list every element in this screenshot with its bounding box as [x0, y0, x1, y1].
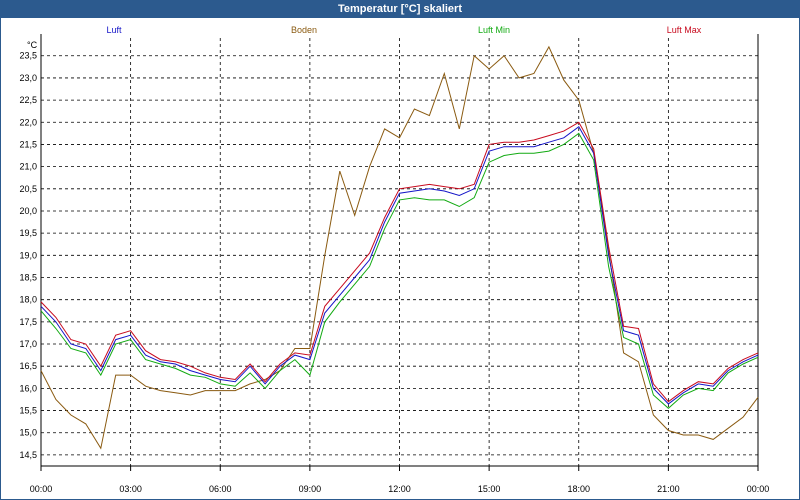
x-tick-time: 15:00: [478, 484, 501, 494]
y-axis-unit: °C: [27, 40, 38, 50]
x-tick-time: 00:00: [747, 484, 770, 494]
y-tick-label: 14,5: [19, 450, 37, 460]
x-tick-time: 18:00: [567, 484, 590, 494]
y-tick-label: 20,0: [19, 206, 37, 216]
chart-title: Temperatur [°C] skaliert: [0, 0, 800, 18]
y-tick-labels: 14,5 15,0 15,5 16,0 16,5 17,0 17,5 18,0 18,5 19,0…: [19, 51, 37, 460]
series-line-luft-min: [40, 132, 759, 409]
y-tick-label: 19,0: [19, 250, 37, 260]
y-tick-label: 17,5: [19, 317, 37, 327]
y-tick-label: 22,0: [19, 117, 37, 127]
y-tick-label: 22,5: [19, 95, 37, 105]
y-tick-label: 15,0: [19, 428, 37, 438]
x-tick-time: 21:00: [657, 484, 680, 494]
legend-entry: Boden: [291, 25, 317, 35]
y-tick-label: 23,5: [19, 51, 37, 61]
x-tick-time: 00:00: [30, 484, 53, 494]
y-tick-label: 19,5: [19, 228, 37, 238]
legend: Luft Boden Luft Min Luft Max: [106, 25, 701, 35]
legend-entry: Luft: [106, 25, 122, 35]
y-tick-label: 18,0: [19, 295, 37, 305]
x-tick-labels: 00:0030.07.2303:0030.07.2306:0030.07.230…: [30, 484, 770, 494]
x-tick-time: 03:00: [119, 484, 142, 494]
grid-lines: [41, 38, 758, 466]
y-tick-label: 16,0: [19, 383, 37, 393]
x-tick-time: 12:00: [388, 484, 411, 494]
y-tick-label: 21,0: [19, 162, 37, 172]
legend-entry: Luft Max: [667, 25, 702, 35]
y-tick-label: 17,0: [19, 339, 37, 349]
y-tick-label: 15,5: [19, 406, 37, 416]
y-tick-label: 20,5: [19, 184, 37, 194]
y-tick-label: 23,0: [19, 73, 37, 83]
x-tick-time: 09:00: [299, 484, 322, 494]
y-tick-label: 16,5: [19, 361, 37, 371]
y-tick-label: 21,5: [19, 139, 37, 149]
legend-entry: Luft Min: [478, 25, 510, 35]
chart-frame: 14,5 15,0 15,5 16,0 16,5 17,0 17,5 18,0 18,5 19,0…: [0, 18, 800, 500]
x-tick-time: 06:00: [209, 484, 232, 494]
line-chart: 14,5 15,0 15,5 16,0 16,5 17,0 17,5 18,0 18,5 19,0…: [19, 25, 770, 494]
y-tick-label: 18,5: [19, 273, 37, 283]
